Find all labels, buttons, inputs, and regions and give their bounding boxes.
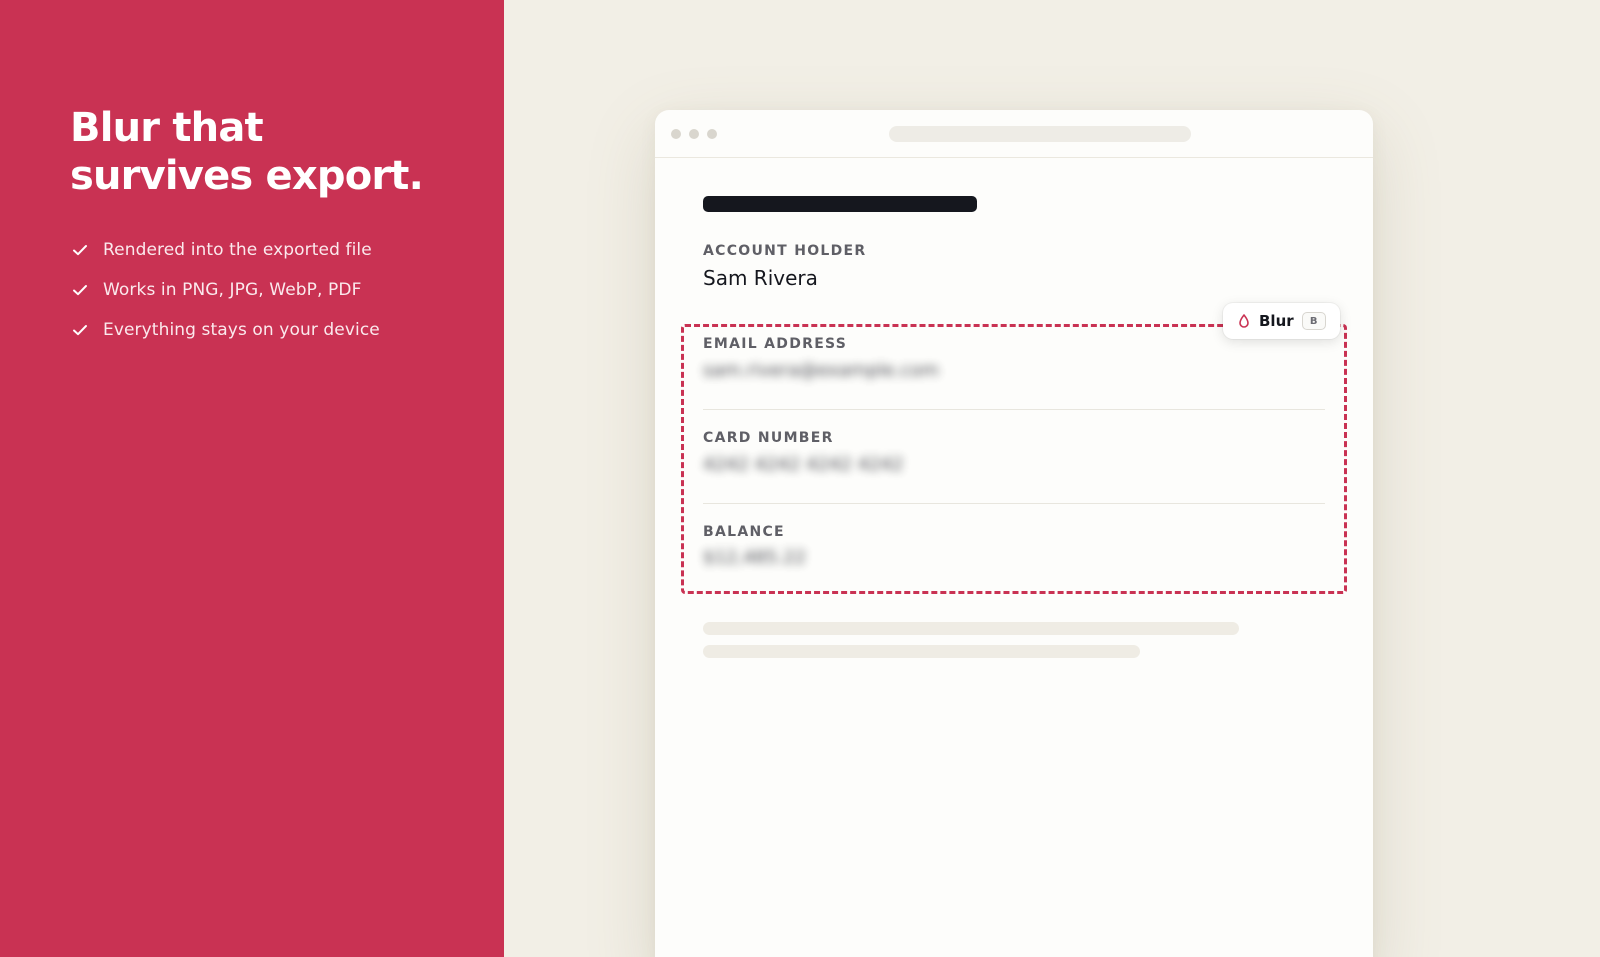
feature-text: Rendered into the exported file bbox=[103, 240, 372, 260]
field-label-account-holder: ACCOUNT HOLDER bbox=[703, 243, 867, 259]
hero-headline: Blur that survives export. bbox=[70, 104, 490, 200]
skeleton-line bbox=[703, 622, 1239, 635]
skeleton-line bbox=[703, 645, 1140, 658]
feature-text: Works in PNG, JPG, WebP, PDF bbox=[103, 280, 362, 300]
feature-text: Everything stays on your device bbox=[103, 320, 380, 340]
check-icon bbox=[70, 320, 90, 340]
check-icon bbox=[70, 240, 90, 260]
field-value-account-holder: Sam Rivera bbox=[703, 266, 818, 290]
feature-item: Rendered into the exported file bbox=[70, 230, 380, 270]
window-dot bbox=[671, 129, 681, 139]
hero-panel: Blur that survives export. Rendered into… bbox=[0, 0, 504, 957]
browser-window: ACCOUNT HOLDER Sam Rivera EMAIL ADDRESS … bbox=[655, 110, 1373, 957]
address-bar-placeholder bbox=[889, 126, 1191, 142]
field-separator bbox=[703, 409, 1325, 410]
blur-tool-badge[interactable]: Blur B bbox=[1223, 303, 1340, 339]
redacted-title-bar bbox=[703, 196, 977, 212]
field-label-card-number: CARD NUMBER bbox=[703, 430, 834, 446]
window-dot bbox=[707, 129, 717, 139]
feature-list: Rendered into the exported file Works in… bbox=[70, 230, 380, 350]
droplet-icon bbox=[1237, 313, 1251, 329]
headline-line-1: Blur that bbox=[70, 105, 264, 151]
feature-item: Works in PNG, JPG, WebP, PDF bbox=[70, 270, 380, 310]
feature-item: Everything stays on your device bbox=[70, 310, 380, 350]
field-value-email: sam.rivera@example.com bbox=[703, 360, 939, 381]
check-icon bbox=[70, 280, 90, 300]
field-separator bbox=[703, 503, 1325, 504]
field-label-balance: BALANCE bbox=[703, 524, 785, 540]
field-value-balance: $12,485.22 bbox=[703, 547, 807, 568]
blur-tool-label: Blur bbox=[1259, 312, 1294, 330]
headline-line-2: survives export. bbox=[70, 153, 424, 199]
field-value-card-number: 4242 4242 4242 4242 bbox=[703, 454, 904, 475]
field-label-email: EMAIL ADDRESS bbox=[703, 336, 848, 352]
browser-toolbar bbox=[655, 110, 1373, 158]
shortcut-key: B bbox=[1301, 312, 1326, 330]
window-dot bbox=[689, 129, 699, 139]
